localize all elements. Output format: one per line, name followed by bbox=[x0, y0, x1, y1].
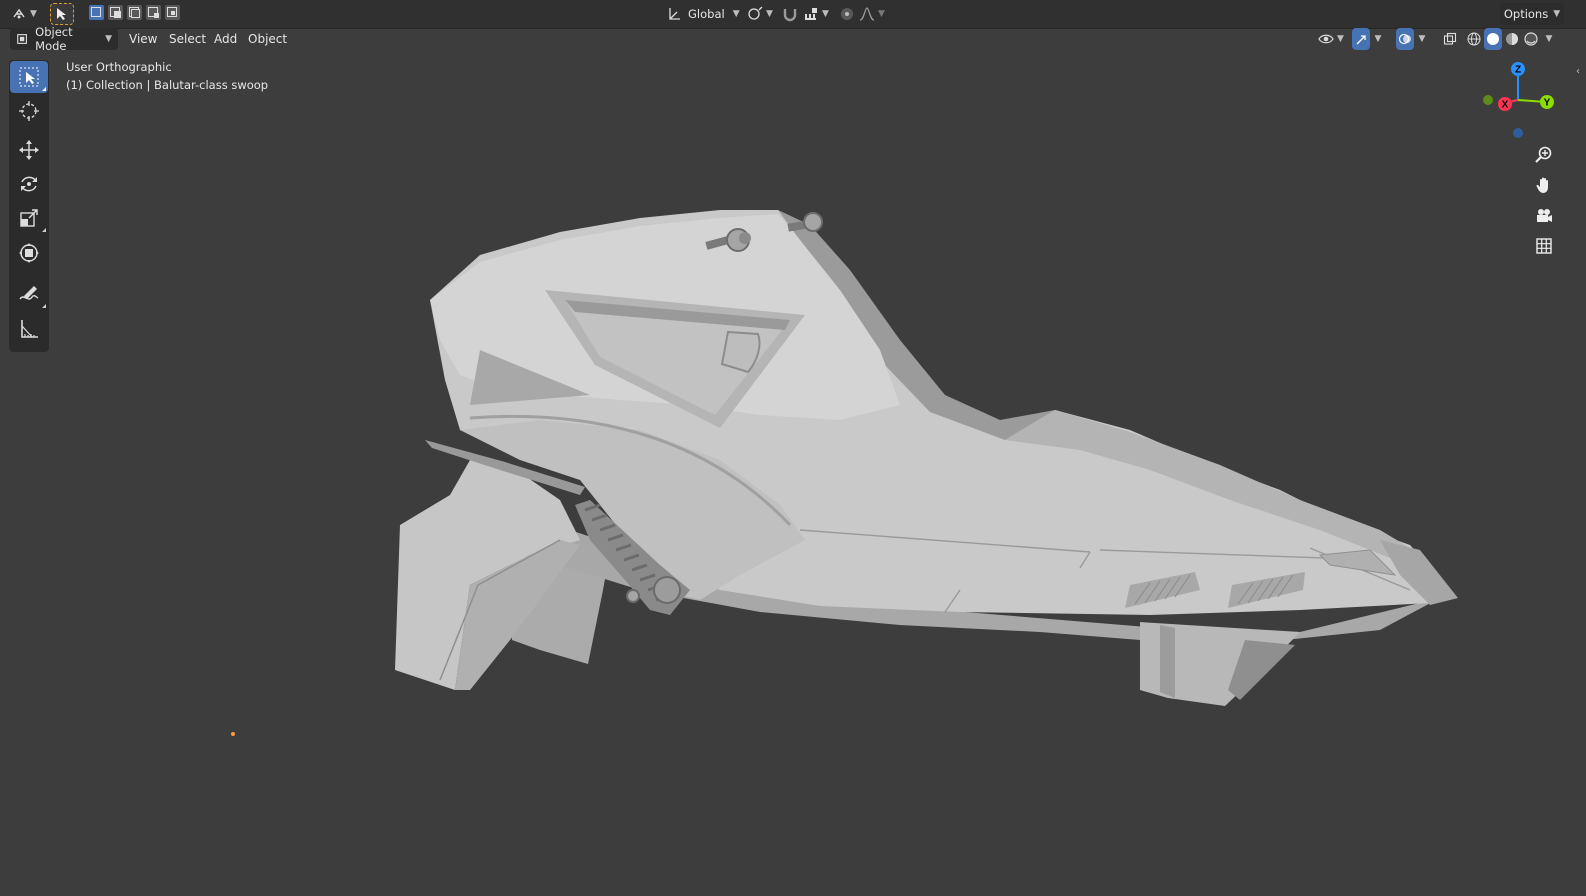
perspective-toggle-button[interactable] bbox=[1531, 233, 1557, 259]
move-icon bbox=[19, 140, 39, 160]
gizmo-neg-z-ball[interactable] bbox=[1513, 128, 1523, 138]
rotate-icon bbox=[21, 176, 37, 192]
left-toolbar bbox=[9, 60, 49, 352]
gizmo-axis-x-label: X bbox=[1502, 100, 1509, 111]
swoop-model[interactable] bbox=[0, 0, 1586, 896]
pan-hand-icon bbox=[1536, 177, 1548, 193]
sidebar-toggle-arrow[interactable]: ‹ bbox=[1576, 66, 1584, 80]
gizmo-axis-y-label: Y bbox=[1544, 98, 1551, 109]
camera-view-button[interactable] bbox=[1531, 203, 1557, 229]
gizmo-axis-z-label: Z bbox=[1515, 65, 1521, 76]
world-origin-dot bbox=[231, 732, 235, 736]
select-box-icon bbox=[19, 67, 39, 87]
scale-icon bbox=[20, 209, 38, 227]
measure-icon bbox=[21, 320, 38, 338]
grid-icon bbox=[1536, 238, 1552, 254]
tool-annotate[interactable] bbox=[10, 278, 48, 310]
zoom-button[interactable] bbox=[1531, 142, 1557, 168]
tool-rotate[interactable] bbox=[10, 168, 48, 200]
tool-measure[interactable] bbox=[10, 313, 48, 345]
gizmo-neg-y-ball[interactable] bbox=[1483, 95, 1493, 105]
tool-move[interactable] bbox=[10, 134, 48, 166]
transform-icon bbox=[19, 243, 39, 263]
zoom-icon bbox=[1535, 146, 1552, 163]
tool-transform[interactable] bbox=[10, 237, 48, 269]
annotate-icon bbox=[19, 286, 39, 300]
collection-info-label: (1) Collection | Balutar-class swoop bbox=[66, 78, 269, 92]
navigation-gizmo[interactable]: Z Y X bbox=[1478, 58, 1558, 140]
tool-select-box[interactable] bbox=[10, 61, 48, 93]
camera-icon bbox=[1537, 209, 1552, 222]
pan-button[interactable] bbox=[1531, 172, 1557, 198]
tool-cursor[interactable] bbox=[10, 95, 48, 127]
front-intake-edge bbox=[1160, 625, 1175, 698]
view-name-label: User Orthographic bbox=[66, 60, 172, 74]
tool-scale[interactable] bbox=[10, 202, 48, 234]
cursor-icon bbox=[19, 101, 39, 121]
